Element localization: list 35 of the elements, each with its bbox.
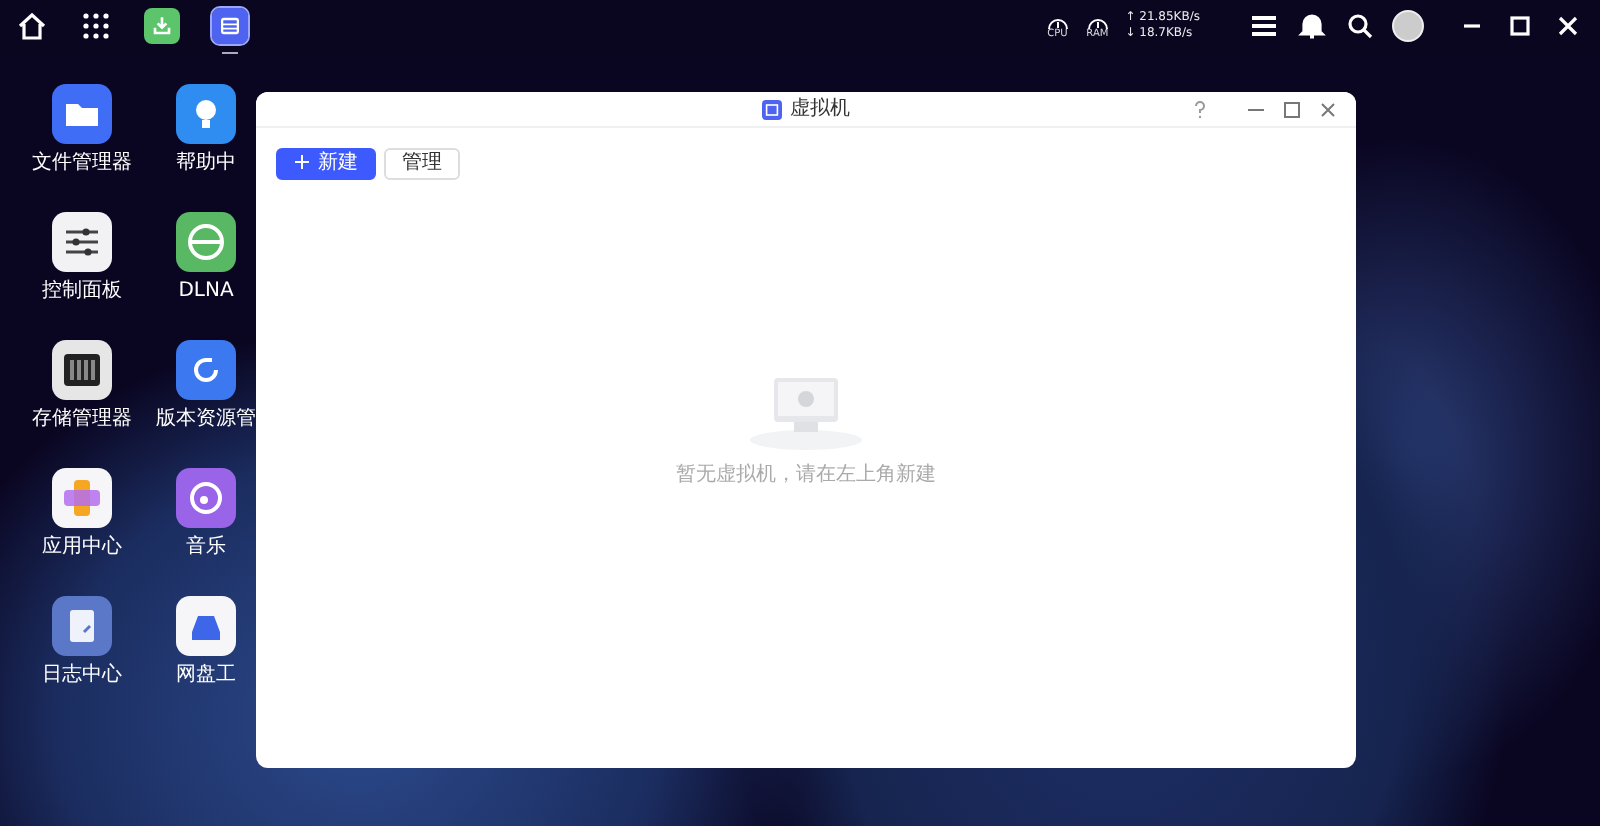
music-app-icon[interactable] [176,468,236,528]
maximize-icon[interactable] [1504,10,1536,42]
search-icon[interactable] [1344,10,1376,42]
app-label: 网盘工 [176,664,236,686]
empty-message: 暂无虚拟机，请在左上角新建 [676,461,936,490]
app-label: 版本资源管 [156,408,256,430]
gauge-icon [1045,13,1070,29]
sliders-app-icon[interactable] [52,212,112,272]
apps-app-icon[interactable] [52,468,112,528]
folder-app-icon[interactable] [52,84,112,144]
log-app-icon[interactable] [52,596,112,656]
list-icon[interactable] [1248,10,1280,42]
app-label: 音乐 [186,536,226,558]
plus-icon [294,154,310,171]
manage-button[interactable]: 管理 [384,148,460,180]
app-label: 应用中心 [42,536,122,558]
bell-icon[interactable] [1296,10,1328,42]
home-icon[interactable] [16,10,48,42]
app-label: DLNA [178,280,234,302]
app-label: 日志中心 [42,664,122,686]
app-label: 帮助中 [176,152,236,174]
app-label: 文件管理器 [32,152,132,174]
new-button[interactable]: 新建 [276,148,376,180]
app-button[interactable] [144,8,180,44]
window-app-icon [762,99,782,119]
storage-app-icon[interactable] [52,340,112,400]
vm-icon [216,12,244,40]
app-grid-icon[interactable] [80,10,112,42]
app-label: 控制面板 [42,280,122,302]
download-icon [148,12,176,40]
gauge-icon [1085,13,1110,29]
app-label: 存储管理器 [32,408,132,430]
window-title: 虚拟机 [790,95,850,124]
avatar[interactable] [1392,10,1424,42]
computer-illustration [746,372,866,452]
